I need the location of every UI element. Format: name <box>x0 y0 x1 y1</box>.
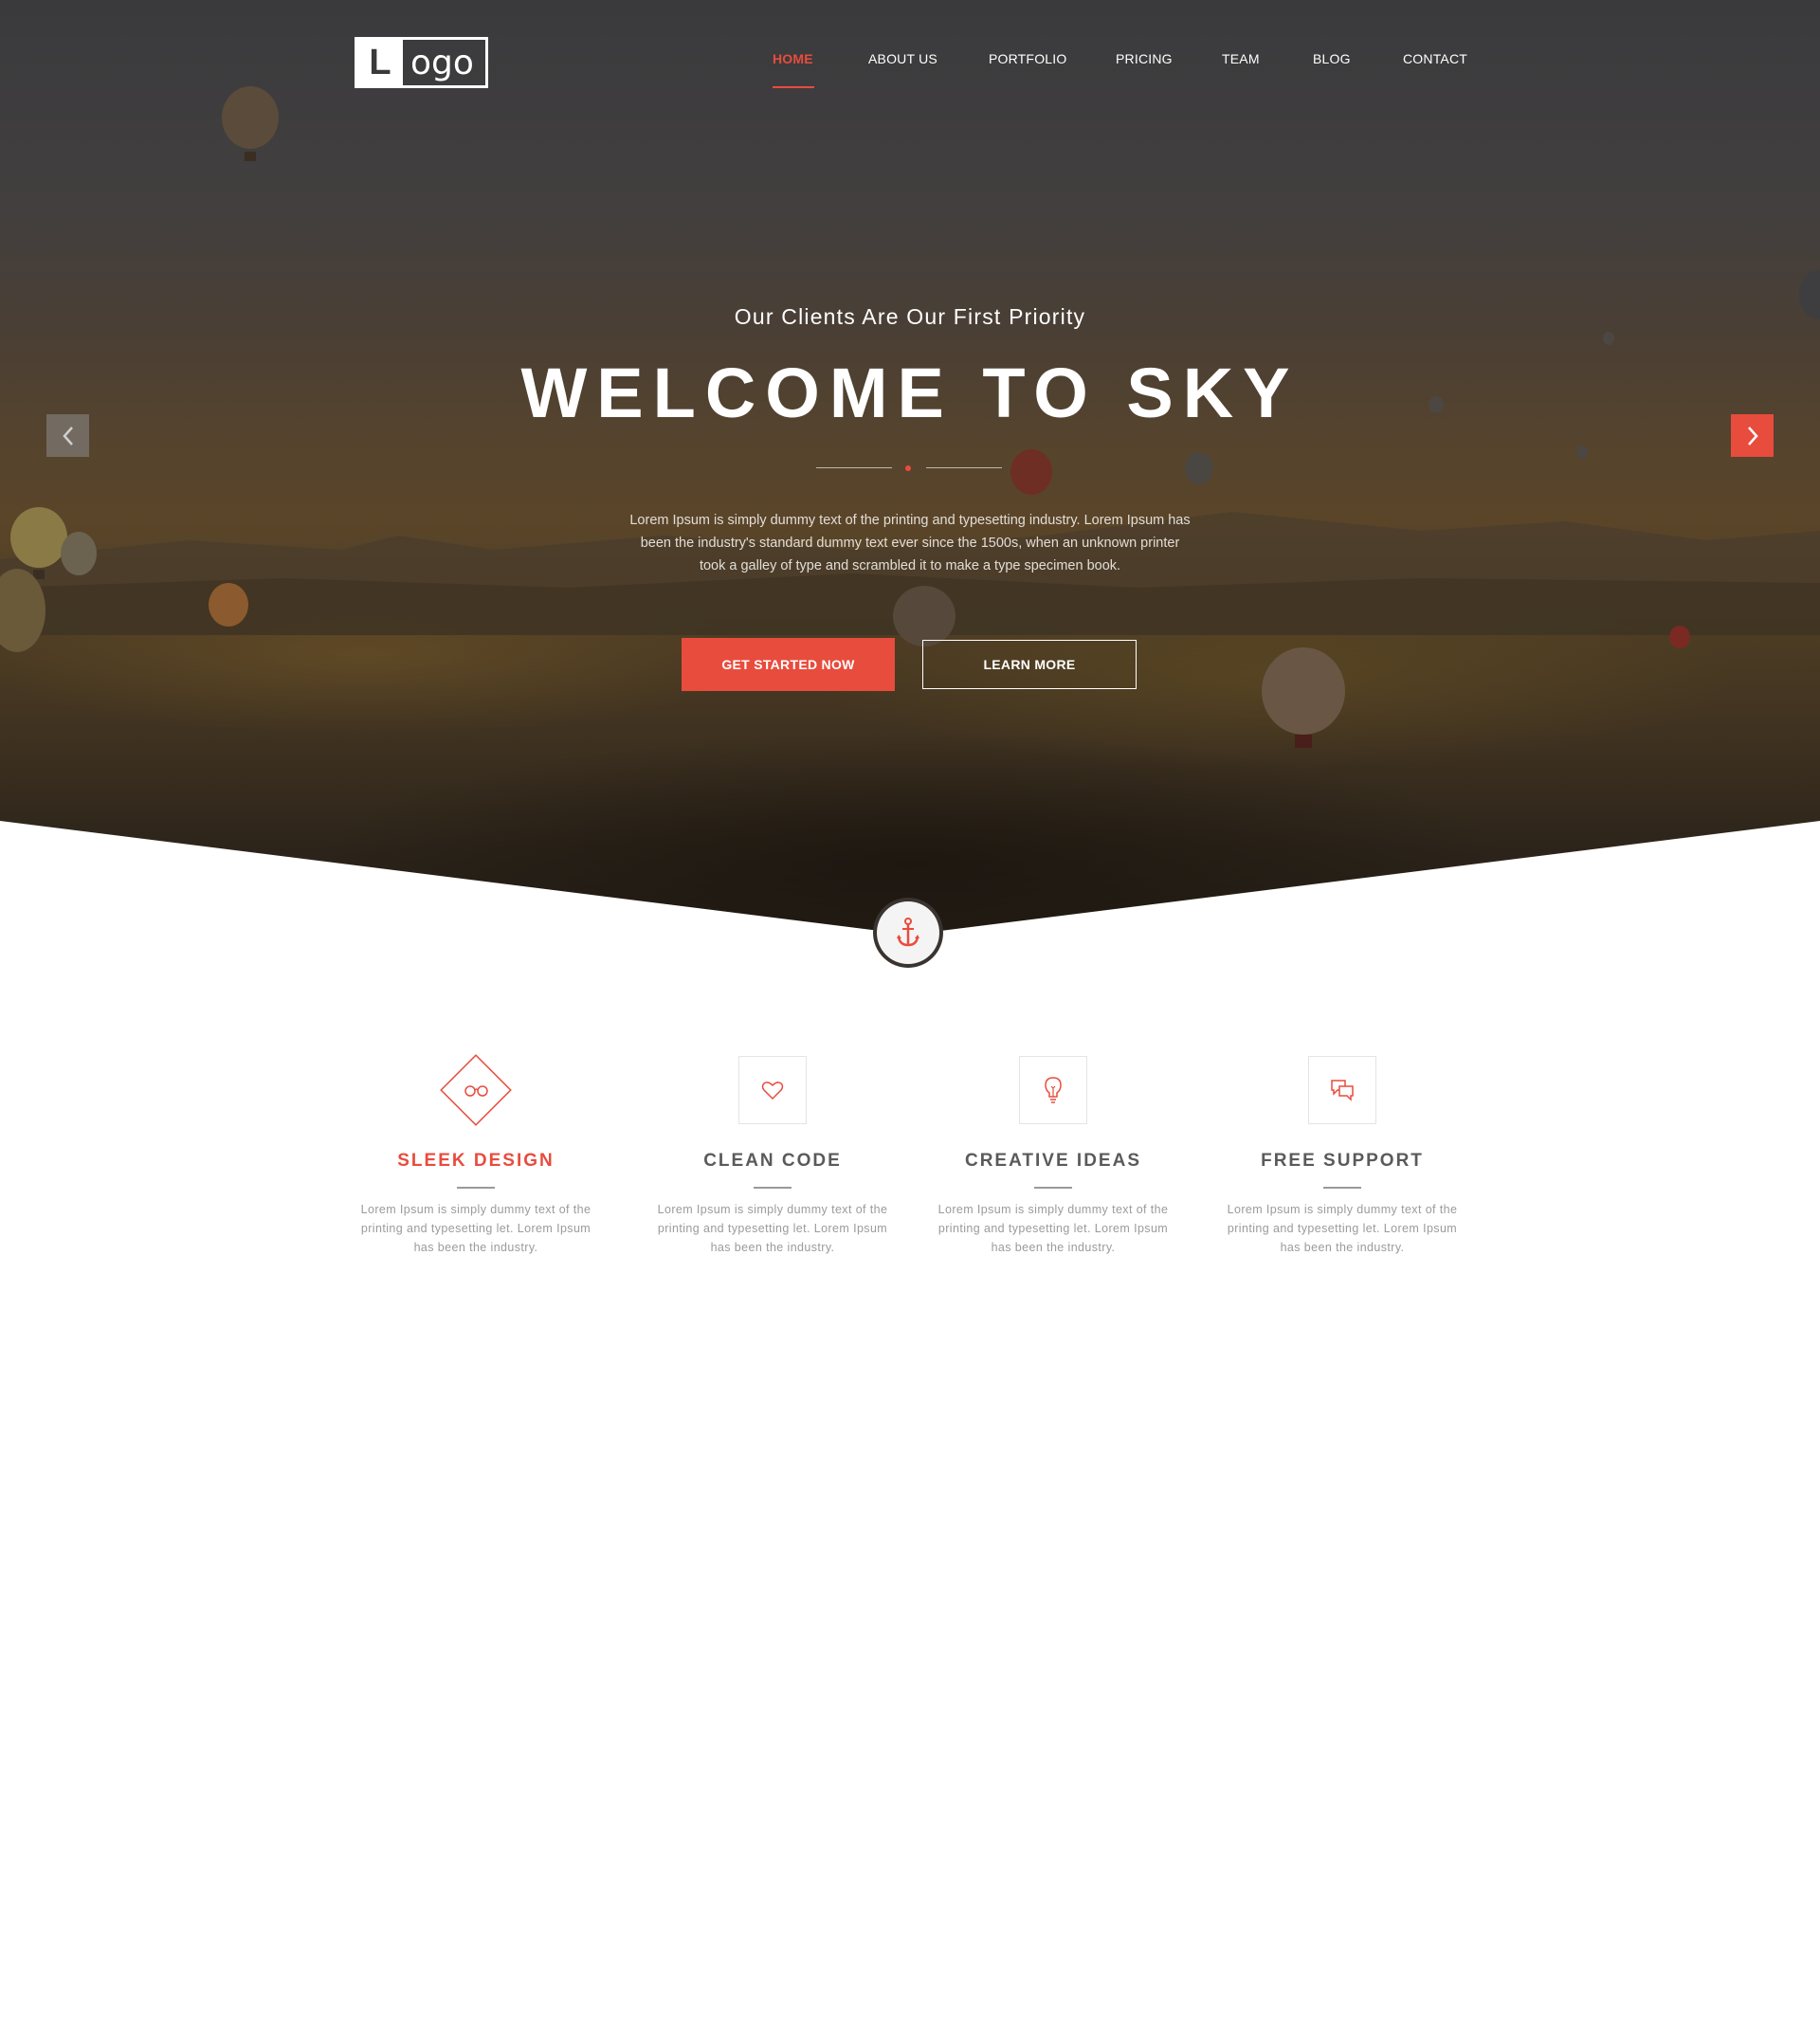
feature-title: FREE SUPPORT <box>1261 1151 1424 1171</box>
hero-title: WELCOME TO SKY <box>520 354 1300 432</box>
hero-subtitle: Our Clients Are Our First Priority <box>734 304 1086 329</box>
balloon-image <box>1010 449 1052 495</box>
feature-title: SLEEK DESIGN <box>397 1151 555 1171</box>
feature-divider <box>1323 1187 1361 1189</box>
feature-description: Lorem Ipsum is simply dummy text of the … <box>937 1203 1169 1254</box>
nav-team[interactable]: TEAM <box>1222 51 1260 66</box>
balloon-image <box>61 532 97 575</box>
feature-icon-box <box>738 1056 807 1124</box>
lightbulb-icon <box>1045 1077 1062 1103</box>
feature-divider <box>1034 1187 1072 1189</box>
balloon-image <box>0 569 46 652</box>
balloon-image <box>209 583 248 627</box>
hero-description: Lorem Ipsum is simply dummy text of the … <box>629 513 1191 573</box>
scroll-down-badge[interactable] <box>877 901 939 964</box>
main-nav: HOME ABOUT US PORTFOLIO PRICING TEAM BLO… <box>0 51 1820 89</box>
feature-description: Lorem Ipsum is simply dummy text of the … <box>360 1203 592 1254</box>
hero-section <box>0 0 1820 935</box>
hero-divider-left <box>816 467 892 468</box>
balloon-image <box>1576 446 1588 459</box>
feature-icon-box <box>1308 1056 1376 1124</box>
nav-contact[interactable]: CONTACT <box>1403 51 1467 66</box>
feature-divider <box>754 1187 792 1189</box>
glasses-icon <box>440 1054 512 1126</box>
balloon-image <box>222 86 279 161</box>
feature-icon-box <box>440 1054 512 1126</box>
feature-description: Lorem Ipsum is simply dummy text of the … <box>657 1203 888 1254</box>
nav-about-us[interactable]: ABOUT US <box>868 51 937 66</box>
nav-pricing[interactable]: PRICING <box>1116 51 1173 66</box>
feature-divider <box>457 1187 495 1189</box>
feature-title: CLEAN CODE <box>703 1151 842 1171</box>
active-nav-indicator <box>773 86 814 88</box>
balloon-image <box>1262 647 1345 748</box>
nav-blog[interactable]: BLOG <box>1313 51 1351 66</box>
feature-title: CREATIVE IDEAS <box>964 1151 1141 1171</box>
nav-home[interactable]: HOME <box>773 51 813 66</box>
anchor-icon <box>897 918 919 947</box>
nav-portfolio[interactable]: PORTFOLIO <box>989 51 1066 66</box>
balloon-image <box>1603 332 1614 345</box>
hero-divider-dot <box>905 465 911 471</box>
learn-more-button[interactable]: LEARN MORE <box>922 640 1137 689</box>
heart-icon <box>761 1082 784 1100</box>
balloon-image <box>1669 626 1690 648</box>
chat-icon <box>1331 1080 1354 1101</box>
balloon-image <box>1185 452 1213 484</box>
feature-description: Lorem Ipsum is simply dummy text of the … <box>1227 1203 1458 1254</box>
hero-divider-right <box>926 467 1002 468</box>
get-started-button[interactable]: GET STARTED NOW <box>682 638 895 691</box>
feature-icon-box <box>1019 1056 1087 1124</box>
